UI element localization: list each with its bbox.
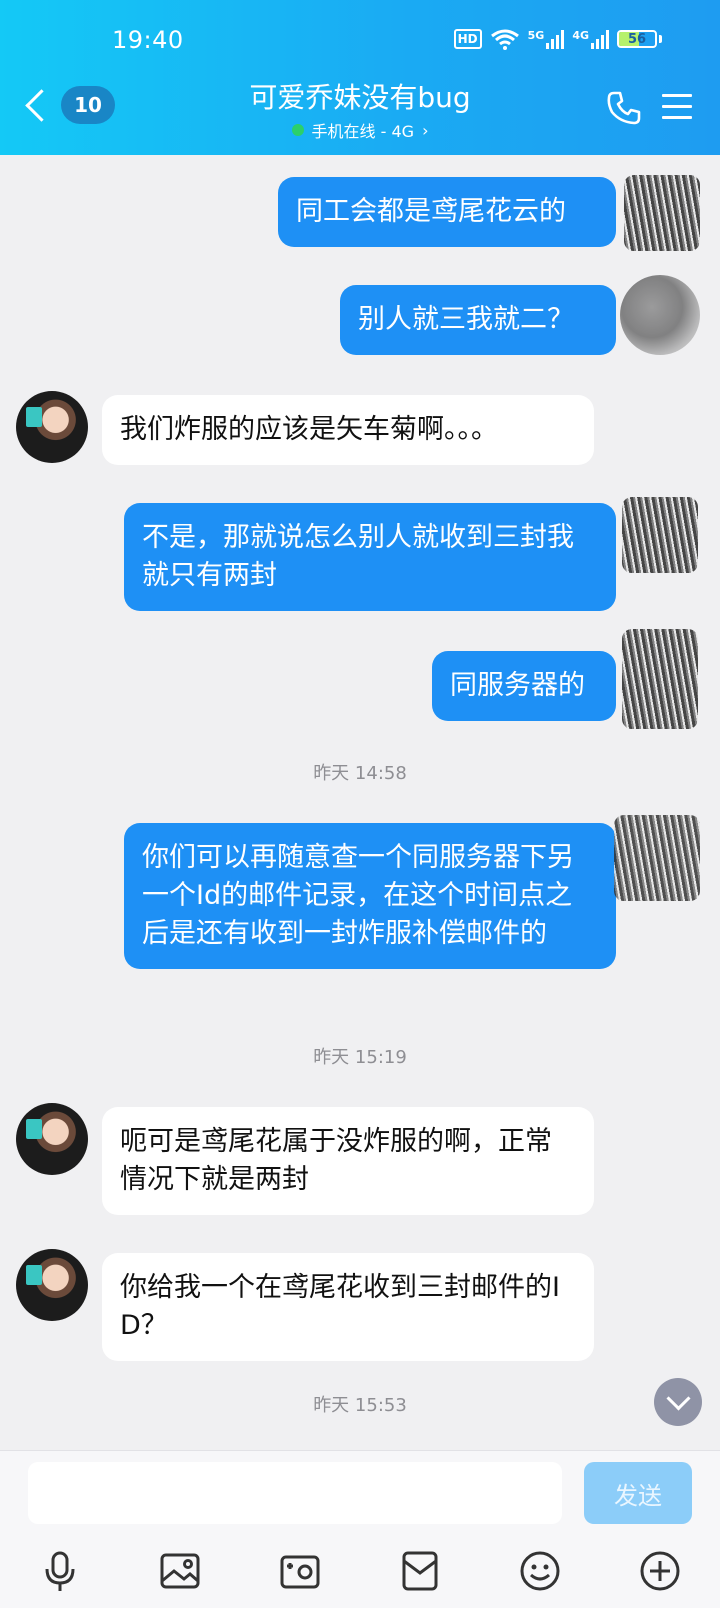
message-list[interactable]: 同工会都是鸢尾花云的 别人就三我就二？ 我们炸服的应该是矢车菊啊。。。 不是，那… xyxy=(0,155,720,1450)
status-time: 19:40 xyxy=(112,26,184,54)
red-packet-icon[interactable] xyxy=(396,1547,444,1595)
timestamp: 昨天 15:19 xyxy=(313,1047,407,1068)
plus-icon[interactable] xyxy=(636,1547,684,1595)
battery-tip xyxy=(659,35,662,43)
signal-5g-icon: 5G xyxy=(528,29,565,49)
chevron-right-icon: › xyxy=(422,120,429,140)
timestamp: 昨天 14:58 xyxy=(313,763,407,784)
signal-4g-icon: 4G xyxy=(572,29,609,49)
avatar-self[interactable] xyxy=(620,275,700,355)
avatar-self[interactable] xyxy=(622,497,698,573)
timestamp: 昨天 15:53 xyxy=(313,1395,407,1416)
image-icon[interactable] xyxy=(156,1547,204,1595)
message-bubble-self[interactable]: 别人就三我就二？ xyxy=(340,285,616,355)
send-button[interactable]: 发送 xyxy=(584,1462,692,1524)
camera-icon[interactable] xyxy=(276,1547,324,1595)
microphone-icon[interactable] xyxy=(36,1547,84,1595)
scroll-to-bottom-button[interactable] xyxy=(654,1378,702,1426)
online-dot-icon xyxy=(291,124,304,136)
message-bubble-self[interactable]: 同服务器的 xyxy=(432,651,616,721)
avatar-self[interactable] xyxy=(614,815,700,901)
status-icons: HD 5G 4G 56 xyxy=(453,28,662,50)
phone-icon[interactable] xyxy=(606,90,642,126)
avatar-self[interactable] xyxy=(622,629,698,729)
chat-screen: 19:40 HD 5G 4G 56 10 可爱乔妹没有bug 手机在线 - 4G… xyxy=(0,0,720,1608)
message-bubble-other[interactable]: 你给我一个在鸢尾花收到三封邮件的ID？ xyxy=(102,1253,594,1361)
chevron-down-icon xyxy=(665,1385,691,1411)
message-bubble-other[interactable]: 呃可是鸢尾花属于没炸服的啊，正常情况下就是两封 xyxy=(102,1107,594,1215)
online-status[interactable]: 手机在线 - 4G › xyxy=(291,118,429,142)
message-input[interactable] xyxy=(28,1462,562,1524)
wifi-icon xyxy=(490,29,519,50)
input-toolbar xyxy=(0,1547,720,1595)
avatar-other[interactable] xyxy=(16,391,88,463)
emoji-icon[interactable] xyxy=(516,1547,564,1595)
chat-header: 19:40 HD 5G 4G 56 10 可爱乔妹没有bug 手机在线 - 4G… xyxy=(0,0,720,155)
message-bubble-self[interactable]: 不是，那就说怎么别人就收到三封我就只有两封 xyxy=(124,503,616,611)
online-status-text: 手机在线 - 4G xyxy=(311,122,415,141)
menu-icon[interactable] xyxy=(662,94,692,120)
avatar-other[interactable] xyxy=(16,1103,88,1175)
avatar-self[interactable] xyxy=(624,175,700,251)
input-bar: 发送 xyxy=(0,1450,720,1608)
message-bubble-self[interactable]: 你们可以再随意查一个同服务器下另一个Id的邮件记录，在这个时间点之后是还有收到一… xyxy=(124,823,616,969)
battery-icon: 56 xyxy=(617,30,657,48)
message-bubble-self[interactable]: 同工会都是鸢尾花云的 xyxy=(278,177,616,247)
message-bubble-other[interactable]: 我们炸服的应该是矢车菊啊。。。 xyxy=(102,395,594,465)
hd-icon: HD xyxy=(453,29,482,49)
avatar-other[interactable] xyxy=(16,1249,88,1321)
